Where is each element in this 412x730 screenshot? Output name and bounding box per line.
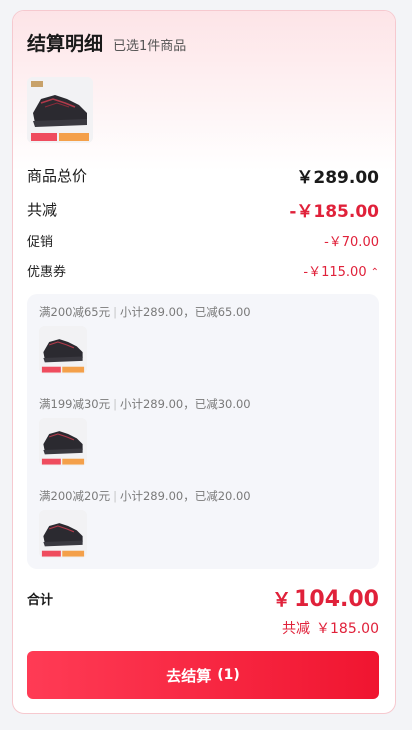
coupon-product-thumbnail[interactable] [39, 510, 87, 558]
settlement-detail-panel: 结算明细 已选1件商品 商品总价 ￥289.00 共减 -￥185.00 促销 … [12, 10, 396, 714]
coupon-product-thumbnail[interactable] [39, 418, 87, 466]
price-breakdown: 商品总价 ￥289.00 共减 -￥185.00 促销 -￥70.00 优惠券 … [27, 161, 379, 283]
total-summary: 合计 ￥ 104.00 共减 ￥185.00 [27, 585, 379, 638]
product-thumbnail[interactable] [27, 77, 93, 143]
promo-value: -￥70.00 [324, 234, 379, 250]
total-reduce-row: 共减 -￥185.00 [27, 195, 379, 223]
currency-symbol: ￥ [272, 589, 292, 611]
coupon-detail: 小计289.00，已减65.00 [119, 305, 251, 319]
coupon-value: -￥115.00 [303, 264, 367, 280]
goods-total-row: 商品总价 ￥289.00 [27, 161, 379, 189]
coupon-rule: 满200减20元 [39, 489, 111, 503]
coupon-value-wrap[interactable]: -￥115.00 ⌃ [303, 261, 379, 280]
coupon-rule: 满200减65元 [39, 305, 111, 319]
checkout-label: 去结算 [166, 666, 212, 685]
coupon-desc: 满200减20元 | 小计289.00，已减20.00 [39, 489, 251, 503]
checkout-count: (1) [217, 667, 240, 683]
coupon-product-thumbnail[interactable] [39, 326, 87, 374]
coupon-item: 满200减65元 | 小计289.00，已减65.00 [39, 304, 251, 374]
goods-total-label: 商品总价 [27, 166, 88, 185]
sum-reduce-value: ￥185.00 [316, 621, 379, 637]
coupon-detail: 小计289.00，已减20.00 [119, 489, 251, 503]
shoe-image [39, 326, 87, 374]
checkout-button[interactable]: 去结算 (1) [27, 651, 379, 699]
coupon-desc: 满200减65元 | 小计289.00，已减65.00 [39, 305, 251, 319]
selected-count: 已选1件商品 [113, 39, 187, 54]
sum-price: ￥ 104.00 [272, 585, 379, 612]
total-reduce-label: 共减 [27, 200, 58, 219]
total-reduce-value: -￥185.00 [289, 201, 379, 222]
shoe-image [39, 418, 87, 466]
sum-label: 合计 [27, 593, 54, 608]
goods-total-value: ￥289.00 [296, 167, 379, 188]
promo-row: 促销 -￥70.00 [27, 227, 379, 253]
panel-header: 结算明细 已选1件商品 [27, 29, 186, 56]
shoe-image [27, 77, 93, 143]
coupon-detail: 小计289.00，已减30.00 [119, 397, 251, 411]
coupon-desc: 满199减30元 | 小计289.00，已减30.00 [39, 397, 251, 411]
coupon-item: 满199减30元 | 小计289.00，已减30.00 [39, 396, 251, 466]
coupon-list: 满200减65元 | 小计289.00，已减65.00 满199减30元 | 小计289… [27, 294, 379, 569]
sum-reduce: 共减 ￥185.00 [272, 618, 379, 638]
sum-amounts: ￥ 104.00 共减 ￥185.00 [272, 585, 379, 638]
sum-reduce-label: 共减 [282, 621, 310, 637]
coupon-row[interactable]: 优惠券 -￥115.00 ⌃ [27, 257, 379, 283]
sum-value: 104.00 [294, 587, 379, 612]
shoe-image [39, 510, 87, 558]
coupon-item: 满200减20元 | 小计289.00，已减20.00 [39, 488, 251, 558]
promo-label: 促销 [27, 234, 54, 250]
coupon-label: 优惠券 [27, 264, 67, 280]
panel-title: 结算明细 [27, 33, 104, 55]
chevron-up-icon[interactable]: ⌃ [371, 267, 379, 278]
coupon-rule: 满199减30元 [39, 397, 111, 411]
